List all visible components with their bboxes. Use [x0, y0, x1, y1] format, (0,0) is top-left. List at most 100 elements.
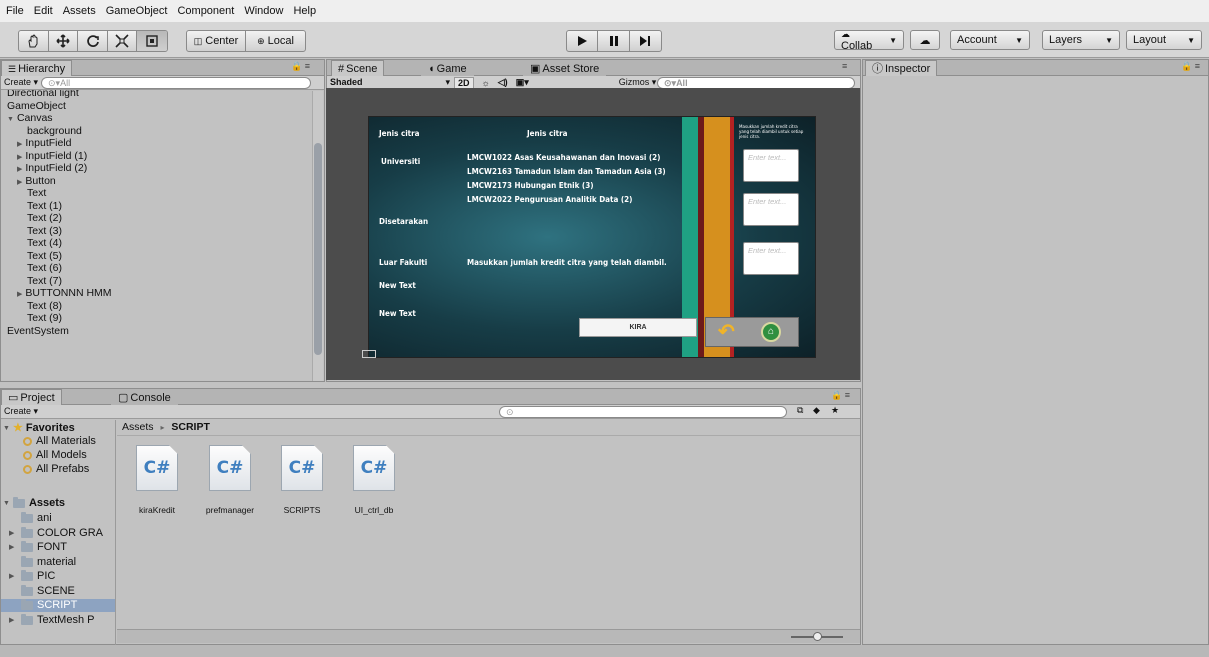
tab-game[interactable]: ◖ Game [421, 60, 474, 76]
asset-folder[interactable]: ▶ TextMesh P [1, 613, 115, 627]
hierarchy-item[interactable]: Text (5) [27, 250, 62, 262]
rotate-tool-icon[interactable] [78, 31, 108, 51]
hierarchy-scrollbar[interactable] [312, 91, 323, 381]
menu-gameobject[interactable]: GameObject [106, 5, 168, 17]
tab-hierarchy[interactable]: ☰ Hierarchy [1, 60, 73, 76]
pivot-local-toggle[interactable]: ⊕ Local [246, 31, 305, 51]
collapsed-arrow-icon[interactable]: ▶ [9, 527, 18, 540]
hierarchy-item[interactable]: Text (3) [27, 225, 62, 237]
hierarchy-item[interactable]: ▶ InputField (1) [17, 150, 87, 162]
collapsed-arrow-icon[interactable]: ▶ [9, 570, 18, 583]
move-tool-icon[interactable] [49, 31, 79, 51]
collapsed-arrow-icon[interactable]: ▶ [9, 541, 18, 554]
hierarchy-item[interactable]: Text (1) [27, 200, 62, 212]
hand-tool-icon[interactable] [19, 31, 49, 51]
hierarchy-item[interactable]: Text (4) [27, 237, 62, 249]
hierarchy-scroll-thumb[interactable] [314, 143, 322, 355]
assets-header[interactable]: ▼ Assets [3, 497, 65, 510]
collapsed-arrow-icon[interactable]: ▶ [17, 166, 22, 173]
rect-tool-icon[interactable] [137, 31, 167, 51]
ui-canvas-preview[interactable]: Jenis citra Jenis citra Universiti LMCW1… [368, 116, 816, 358]
hierarchy-item[interactable]: Text (8) [27, 300, 62, 312]
favorite-all-prefabs[interactable]: All Prefabs [23, 463, 89, 476]
create-dropdown[interactable]: Create ▾ [4, 77, 38, 88]
script-asset[interactable]: C# prefmanager [195, 445, 265, 515]
menu-file[interactable]: File [6, 5, 24, 17]
hierarchy-search-input[interactable]: ⊙▾All [41, 77, 311, 89]
panel-menu-icon[interactable]: 🔒 ≡ [291, 61, 310, 72]
input-field-3[interactable]: Enter text... [743, 242, 799, 275]
hierarchy-item[interactable]: background [27, 125, 82, 137]
step-icon[interactable] [630, 31, 661, 51]
create-dropdown[interactable]: Create ▾ [4, 406, 38, 417]
collab-dropdown[interactable]: ☁Collab ▼ [834, 29, 904, 52]
2d-toggle[interactable]: 2D [454, 76, 474, 89]
panel-menu-icon[interactable]: 🔒 ≡ [1181, 61, 1200, 72]
tab-scene[interactable]: # Scene [331, 60, 385, 76]
filter-by-type-icon[interactable]: ⧉ [797, 405, 803, 416]
panel-menu-icon[interactable]: 🔒 ≡ [831, 390, 850, 401]
hierarchy-item[interactable]: Directional light [7, 90, 79, 99]
pause-icon[interactable] [598, 31, 630, 51]
play-icon[interactable] [567, 31, 599, 51]
collapsed-arrow-icon[interactable]: ▶ [17, 291, 22, 298]
hierarchy-item[interactable]: Text (6) [27, 262, 62, 274]
home-icon[interactable]: ⌂ [761, 322, 781, 342]
script-asset[interactable]: C# UI_ctrl_db [339, 445, 409, 515]
asset-folder[interactable]: SCENE [1, 584, 115, 598]
input-field-1[interactable]: Enter text... [743, 149, 799, 182]
hierarchy-item[interactable]: EventSystem [7, 325, 69, 337]
hierarchy-item[interactable]: Text [27, 187, 46, 199]
asset-folder[interactable]: ani [1, 512, 115, 525]
script-asset[interactable]: C# kiraKredit [122, 445, 192, 515]
favorite-all-materials[interactable]: All Materials [23, 435, 96, 448]
scale-tool-icon[interactable] [108, 31, 138, 51]
account-dropdown[interactable]: Account ▼ [950, 30, 1030, 50]
asset-folder[interactable]: SCRIPT [1, 599, 115, 612]
effects-icon[interactable]: ▣▾ [516, 77, 529, 88]
menu-edit[interactable]: Edit [34, 5, 53, 17]
hierarchy-item[interactable]: ▼ Canvas [7, 112, 53, 124]
menu-window[interactable]: Window [244, 5, 283, 17]
layers-dropdown[interactable]: Layers ▼ [1042, 30, 1120, 50]
tab-asset-store[interactable]: ▣ Asset Store [523, 60, 607, 76]
asset-folder[interactable]: ▶ COLOR GRA [1, 526, 115, 540]
hierarchy-item[interactable]: ▶ BUTTONNN HMM [17, 287, 112, 299]
collapsed-arrow-icon[interactable]: ▶ [17, 179, 22, 186]
services-cloud-button[interactable]: ☁ [910, 30, 940, 50]
menu-component[interactable]: Component [177, 5, 234, 17]
input-field-2[interactable]: Enter text... [743, 193, 799, 226]
collapsed-arrow-icon[interactable]: ▶ [9, 614, 18, 627]
asset-folder[interactable]: ▶ FONT [1, 541, 115, 554]
hierarchy-item[interactable]: Text (7) [27, 275, 62, 287]
audio-icon[interactable]: ◁) [498, 77, 508, 88]
tab-inspector[interactable]: ⓘ Inspector [865, 60, 938, 76]
script-asset[interactable]: C# SCRIPTS [267, 445, 337, 515]
hierarchy-item[interactable]: Text (9) [27, 312, 62, 324]
tab-project[interactable]: ▭ Project [1, 389, 62, 405]
lighting-icon[interactable]: ☼ [482, 78, 490, 88]
favorite-all-models[interactable]: All Models [23, 449, 87, 462]
menu-help[interactable]: Help [293, 5, 316, 17]
gizmos-dropdown[interactable]: Gizmos ▾ [619, 77, 657, 88]
kira-button[interactable]: KIRA [579, 318, 697, 337]
panel-menu-icon[interactable]: ≡ [842, 61, 847, 71]
pivot-center-toggle[interactable]: ◫ Center [187, 31, 247, 51]
collapsed-arrow-icon[interactable]: ▶ [17, 141, 22, 148]
layout-dropdown[interactable]: Layout ▼ [1126, 30, 1202, 50]
hierarchy-item[interactable]: ▶ InputField [17, 137, 72, 149]
filter-by-label-icon[interactable]: ◆ [813, 405, 820, 416]
favorite-star-icon[interactable]: ★ [831, 405, 839, 416]
favorites-header[interactable]: ▼ ★ Favorites [3, 422, 75, 435]
collapsed-arrow-icon[interactable]: ▶ [17, 154, 22, 161]
back-arrow-icon[interactable]: ↶ [718, 321, 735, 343]
asset-folder[interactable]: ▶ PIC [1, 570, 115, 583]
hierarchy-item[interactable]: GameObject [7, 100, 66, 112]
menu-assets[interactable]: Assets [63, 5, 96, 17]
expand-arrow-icon[interactable]: ▼ [7, 116, 14, 123]
hierarchy-item[interactable]: Text (2) [27, 212, 62, 224]
hierarchy-item[interactable]: ▶ Button [17, 175, 56, 187]
breadcrumb-assets[interactable]: Assets [122, 421, 154, 433]
asset-folder[interactable]: material [1, 555, 115, 569]
project-search-input[interactable]: ⊙ [499, 406, 787, 418]
